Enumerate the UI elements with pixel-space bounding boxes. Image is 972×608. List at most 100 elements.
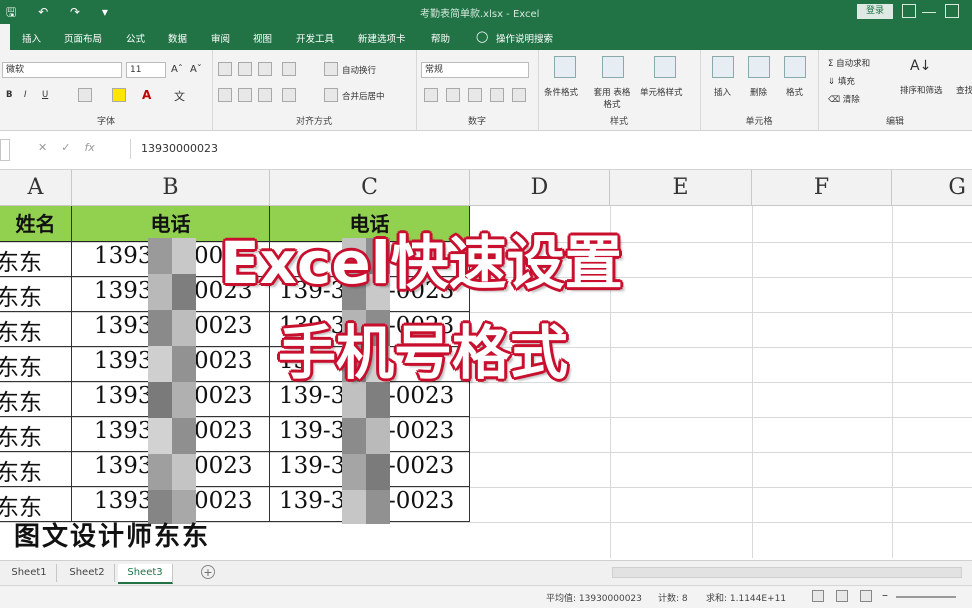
phone-b-prefix[interactable]: 1393 <box>94 278 153 304</box>
wrap-text-button[interactable]: 自动换行 <box>342 64 376 76</box>
function-icon[interactable]: fx <box>84 141 94 154</box>
conditional-format-icon[interactable] <box>554 56 576 78</box>
name-cell[interactable]: 东东 <box>0 383 42 417</box>
phone-b-prefix[interactable]: 1393 <box>94 418 153 444</box>
phone-b-prefix[interactable]: 1393 <box>94 313 153 339</box>
tab-home-partial[interactable] <box>0 24 10 50</box>
normal-view-icon[interactable] <box>812 590 824 602</box>
fill-button[interactable]: ⇓ 填充 <box>828 75 855 87</box>
phone-b-prefix[interactable]: 1393 <box>94 348 153 374</box>
header-cell-name[interactable]: 姓名 <box>0 206 72 242</box>
name-cell[interactable]: 东东 <box>0 243 42 277</box>
tab-view[interactable]: 视图 <box>253 31 272 45</box>
column-header-e[interactable]: E <box>610 170 752 206</box>
currency-icon[interactable] <box>424 88 438 102</box>
phone-b-prefix[interactable]: 1393 <box>94 453 153 479</box>
phone-b-prefix[interactable]: 1393 <box>94 488 153 514</box>
cell-style-button[interactable]: 单元格样式 <box>640 86 683 98</box>
tell-me-search[interactable]: 操作说明搜索 <box>496 31 553 45</box>
tab-developer[interactable]: 开发工具 <box>296 31 334 45</box>
undo-icon[interactable]: ↶ <box>38 5 48 19</box>
formula-input[interactable]: 13930000023 <box>130 139 972 159</box>
page-break-view-icon[interactable] <box>860 590 872 602</box>
column-header-c[interactable]: C <box>270 170 470 206</box>
name-cell[interactable]: 东东 <box>0 418 42 452</box>
table-format-button[interactable]: 套用 表格格式 <box>590 86 634 110</box>
sort-filter-button[interactable]: 排序和筛选 <box>900 84 943 96</box>
column-header-b[interactable]: B <box>72 170 270 206</box>
tab-insert[interactable]: 插入 <box>22 31 41 45</box>
find-select-button[interactable]: 查找和选择 <box>956 84 972 96</box>
phone-c-prefix[interactable]: 139-3 <box>279 418 345 444</box>
align-left-icon[interactable] <box>218 88 232 102</box>
horizontal-scrollbar[interactable] <box>612 567 962 578</box>
phonetic-icon[interactable]: 文 <box>174 88 185 104</box>
name-cell[interactable]: 东东 <box>0 313 42 347</box>
sort-filter-icon[interactable]: A↓ <box>910 58 931 74</box>
name-cell[interactable]: 东东 <box>0 278 42 312</box>
format-cells-icon[interactable] <box>784 56 806 78</box>
font-shrink-icon[interactable]: Aˇ <box>190 64 202 75</box>
add-sheet-icon[interactable]: + <box>201 565 215 579</box>
fill-color-icon[interactable] <box>112 88 126 102</box>
align-right-icon[interactable] <box>258 88 272 102</box>
enter-icon[interactable]: ✓ <box>61 141 84 154</box>
redo-icon[interactable]: ↷ <box>70 5 80 19</box>
tab-page-layout[interactable]: 页面布局 <box>64 31 102 45</box>
page-layout-view-icon[interactable] <box>836 590 848 602</box>
increase-decimal-icon[interactable] <box>490 88 504 102</box>
column-header-g[interactable]: G <box>892 170 972 206</box>
insert-cells-button[interactable]: 插入 <box>714 86 731 98</box>
font-grow-icon[interactable]: Aˆ <box>171 64 183 75</box>
phone-c-prefix[interactable]: 139-3 <box>279 488 345 514</box>
orientation-icon[interactable] <box>282 62 296 76</box>
zoom-slider[interactable] <box>896 596 956 598</box>
tab-formulas[interactable]: 公式 <box>126 31 145 45</box>
maximize-icon[interactable] <box>945 4 959 18</box>
merge-center-button[interactable]: 合并后居中 <box>342 90 385 102</box>
font-name-select[interactable]: 微软 <box>2 62 122 78</box>
number-format-select[interactable]: 常规 <box>421 62 529 78</box>
sheet-tab-1[interactable]: Sheet1 <box>2 564 57 582</box>
font-color-icon[interactable]: A <box>142 88 151 102</box>
tab-help[interactable]: 帮助 <box>431 31 450 45</box>
align-bottom-icon[interactable] <box>258 62 272 76</box>
cancel-icon[interactable]: ✕ <box>38 141 61 154</box>
tab-review[interactable]: 审阅 <box>211 31 230 45</box>
zoom-out-icon[interactable]: – <box>882 588 888 602</box>
percent-icon[interactable] <box>446 88 460 102</box>
phone-b-prefix[interactable]: 1393 <box>94 383 153 409</box>
wrap-text-icon[interactable] <box>324 62 338 76</box>
format-cells-button[interactable]: 格式 <box>786 86 803 98</box>
autosum-button[interactable]: Σ 自动求和 <box>828 57 870 69</box>
bold-button[interactable]: B <box>6 90 12 100</box>
underline-button[interactable]: U <box>42 90 48 100</box>
column-header-a[interactable]: A <box>0 170 72 206</box>
conditional-format-button[interactable]: 条件格式 <box>544 86 578 98</box>
insert-cells-icon[interactable] <box>712 56 734 78</box>
tab-new[interactable]: 新建选项卡 <box>358 31 406 45</box>
name-cell[interactable]: 东东 <box>0 453 42 487</box>
name-box[interactable] <box>0 139 10 161</box>
minimize-icon[interactable] <box>922 12 936 13</box>
cell-style-icon[interactable] <box>654 56 676 78</box>
align-top-icon[interactable] <box>218 62 232 76</box>
login-button[interactable]: 登录 <box>857 4 893 19</box>
clear-button[interactable]: ⌫ 清除 <box>828 93 860 105</box>
delete-cells-icon[interactable] <box>748 56 770 78</box>
phone-c-prefix[interactable]: 139-3 <box>279 453 345 479</box>
phone-b-prefix[interactable]: 1393 <box>94 243 153 269</box>
table-format-icon[interactable] <box>602 56 624 78</box>
column-header-f[interactable]: F <box>752 170 892 206</box>
column-header-d[interactable]: D <box>470 170 610 206</box>
save-icon[interactable]: 🖫 <box>6 5 16 19</box>
name-cell[interactable]: 东东 <box>0 348 42 382</box>
align-center-icon[interactable] <box>238 88 252 102</box>
align-middle-icon[interactable] <box>238 62 252 76</box>
font-size-select[interactable]: 11 <box>126 62 166 78</box>
sheet-tab-3[interactable]: Sheet3 <box>118 564 173 584</box>
italic-button[interactable]: I <box>24 90 27 100</box>
indent-icon[interactable] <box>282 88 296 102</box>
tab-data[interactable]: 数据 <box>168 31 187 45</box>
customize-icon[interactable]: ▾ <box>102 5 108 19</box>
